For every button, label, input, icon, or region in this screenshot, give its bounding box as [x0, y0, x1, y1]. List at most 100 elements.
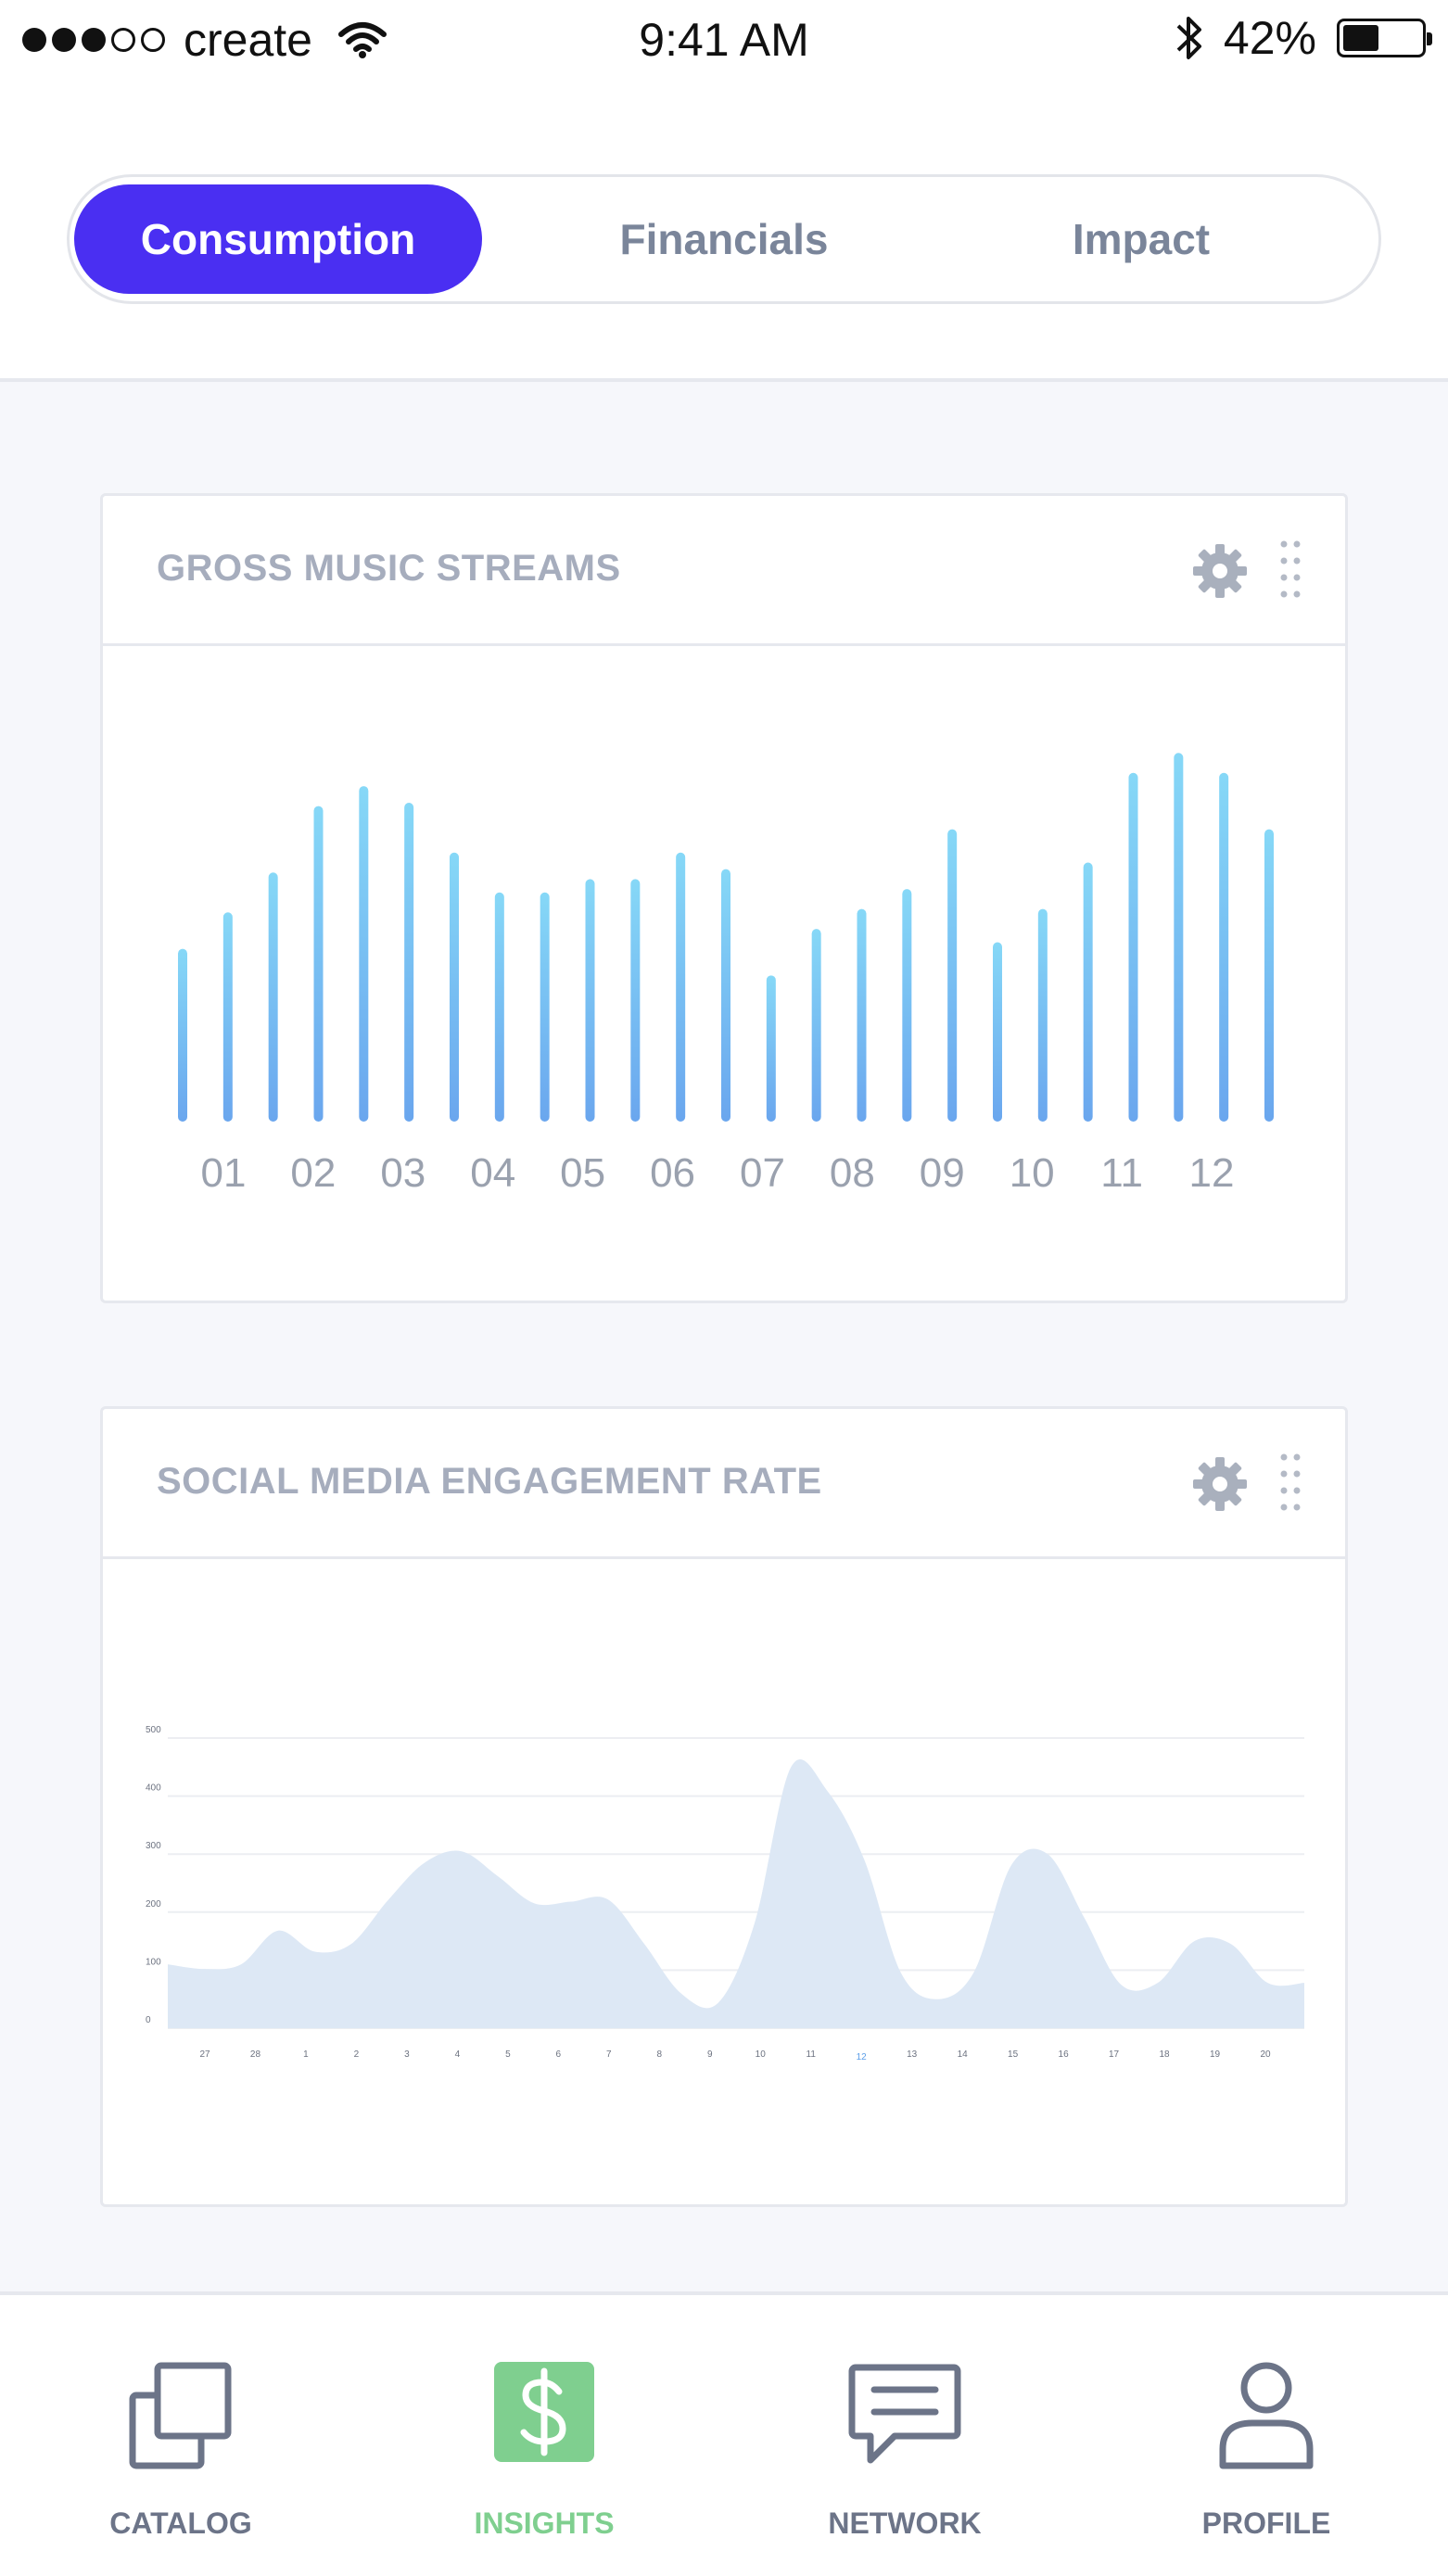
y-tick-label: 300: [146, 1841, 161, 1851]
x-tick-label: 6: [556, 2049, 562, 2060]
bar-mark: [450, 852, 459, 1122]
x-tick-label: 7: [606, 2049, 612, 2060]
bar-mark: [359, 786, 369, 1122]
bluetooth-icon: [1176, 17, 1201, 59]
bar-mark: [268, 872, 278, 1122]
x-tick-label: 1: [303, 2049, 309, 2060]
battery-tip: [1427, 32, 1432, 45]
bar-mark: [811, 929, 821, 1122]
bar-mark: [178, 948, 187, 1122]
x-tick-label: 5: [505, 2049, 511, 2060]
tab-label: INSIGHTS: [474, 2506, 615, 2540]
battery-level: [1343, 25, 1378, 51]
x-tick-label: 06: [650, 1150, 695, 1196]
tab-financials[interactable]: Financials: [520, 184, 928, 294]
card-title: GROSS MUSIC STREAMS: [157, 548, 621, 589]
battery-percentage: 42%: [1223, 12, 1316, 64]
drag-handle-icon[interactable]: [1277, 539, 1304, 602]
x-tick-label: 3: [404, 2049, 410, 2060]
y-tick-label: 400: [146, 1783, 161, 1794]
x-tick-label: 15: [1008, 2049, 1019, 2060]
tab-profile[interactable]: PROFILE: [1086, 2295, 1447, 2576]
bar-mark: [1264, 829, 1274, 1122]
status-right: 42%: [1175, 11, 1432, 65]
tab-insights[interactable]: INSIGHTS: [363, 2295, 725, 2576]
bar-mark: [1037, 908, 1048, 1122]
bar-mark: [993, 942, 1002, 1122]
x-tick-label: 16: [1059, 2049, 1070, 2060]
tab-label: CATALOG: [109, 2506, 252, 2540]
bar-mark: [540, 892, 550, 1122]
x-tick-label: 2: [354, 2049, 360, 2060]
bar-mark: [585, 879, 595, 1122]
y-tick-label: 500: [146, 1725, 161, 1735]
x-tick-label: 05: [560, 1150, 605, 1196]
dollar-icon: [494, 2362, 594, 2462]
x-tick-label: 12: [857, 2052, 868, 2062]
bar-mark: [1128, 772, 1138, 1122]
bar-mark: [630, 879, 641, 1122]
card-header: SOCIAL MEDIA ENGAGEMENT RATE: [103, 1409, 1345, 1559]
gear-icon[interactable]: [1191, 542, 1249, 600]
x-tick-label: 14: [958, 2049, 969, 2060]
x-tick-label: 12: [1189, 1150, 1235, 1196]
chat-icon: [848, 2364, 961, 2464]
tab-catalog[interactable]: CATALOG: [0, 2295, 362, 2576]
x-tick-label: 04: [470, 1150, 515, 1196]
x-tick-label: 09: [920, 1150, 965, 1196]
bar-mark: [222, 912, 233, 1122]
card-title: SOCIAL MEDIA ENGAGEMENT RATE: [157, 1461, 822, 1502]
bar-mark: [766, 975, 776, 1122]
status-bar: create 9:41 AM 42%: [0, 0, 1448, 83]
card-header: GROSS MUSIC STREAMS: [103, 496, 1345, 646]
x-tick-label: 11: [807, 2049, 817, 2060]
x-tick-label: 28: [250, 2049, 261, 2060]
y-tick-label: 200: [146, 1899, 161, 1910]
tab-consumption[interactable]: Consumption: [74, 184, 482, 294]
bar-mark: [1083, 862, 1093, 1122]
x-tick-label: 8: [657, 2049, 663, 2060]
x-tick-label: 10: [756, 2049, 767, 2060]
bar-mark: [676, 852, 686, 1122]
y-tick-label: 0: [146, 2015, 151, 2025]
x-tick-label: 18: [1159, 2049, 1170, 2060]
bar-mark: [857, 908, 867, 1122]
bar-mark: [721, 869, 730, 1122]
x-tick-label: 10: [1010, 1150, 1055, 1196]
x-tick-label: 19: [1210, 2049, 1221, 2060]
engagement-area-chart: 0100200300400500 27 28 1 2 3 4 5 6 7 8 9 10 11 12 13 14…: [146, 1725, 1304, 2062]
x-tick-label: 03: [380, 1150, 426, 1196]
tab-impact[interactable]: Impact: [937, 184, 1345, 294]
streams-bar-chart: 01 02 03 04 05 06 07 08 09 10 11 12: [178, 753, 1274, 1196]
segmented-control: Consumption Financials Impact: [67, 174, 1381, 304]
x-tick-label: 4: [455, 2049, 461, 2060]
bar-mark: [902, 889, 912, 1122]
x-tick-label: 17: [1109, 2049, 1120, 2060]
x-tick-label: 02: [290, 1150, 336, 1196]
x-tick-label: 07: [740, 1150, 785, 1196]
bar-mark: [1174, 753, 1184, 1122]
x-tick-label: 9: [707, 2049, 713, 2060]
user-icon: [1219, 2362, 1314, 2469]
gear-icon[interactable]: [1191, 1455, 1249, 1513]
tab-label: PROFILE: [1201, 2506, 1331, 2540]
drag-handle-icon[interactable]: [1277, 1452, 1304, 1515]
tab-label: NETWORK: [828, 2506, 982, 2540]
bottom-tab-bar: CATALOG INSIGHTS NETWORK PROFILE: [0, 2291, 1448, 2576]
catalog-icon: [129, 2362, 232, 2469]
x-tick-label: 08: [830, 1150, 875, 1196]
bar-mark: [494, 892, 504, 1122]
x-tick-label: 20: [1260, 2049, 1271, 2060]
gross-music-streams-card: GROSS MUSIC STREAMS 01 02 03 04 05 06 07…: [100, 493, 1348, 1303]
tab-network[interactable]: NETWORK: [724, 2295, 1086, 2576]
engagement-area-series: [168, 1759, 1304, 2028]
content-area: GROSS MUSIC STREAMS 01 02 03 04 05 06 07…: [0, 378, 1448, 2291]
x-tick-label: 27: [199, 2049, 210, 2060]
bar-mark: [1219, 772, 1229, 1122]
x-tick-label: 13: [907, 2049, 918, 2060]
bar-mark: [313, 806, 324, 1122]
bar-mark: [404, 803, 414, 1122]
bar-mark: [947, 829, 958, 1122]
y-tick-label: 100: [146, 1957, 161, 1967]
x-tick-label: 11: [1100, 1150, 1143, 1196]
